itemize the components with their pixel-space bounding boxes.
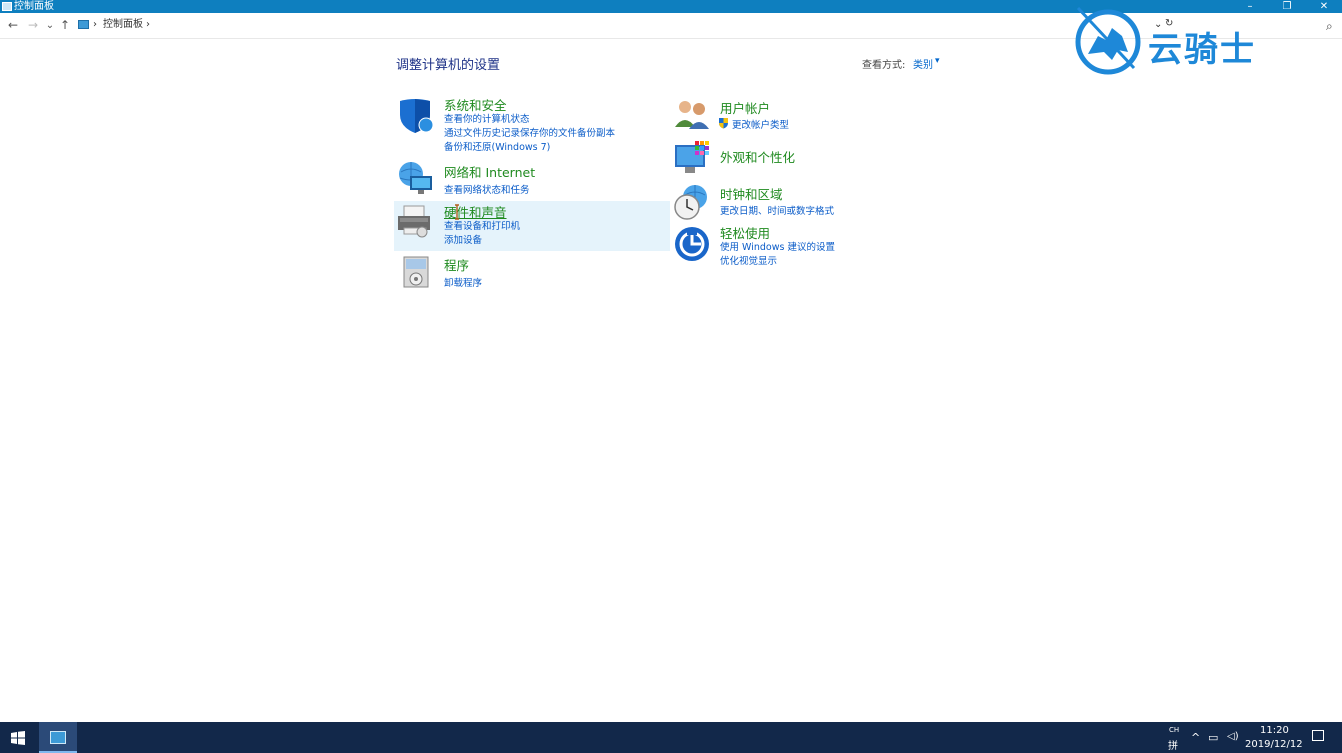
search-icon[interactable]: ⌕ [1326,19,1333,34]
category-user-accounts[interactable]: 用户帐户 [720,98,770,117]
link-network-status[interactable]: 查看网络状态和任务 [444,182,530,196]
page-title: 调整计算机的设置 [396,58,501,73]
control-panel-crumb-icon [78,20,89,29]
view-by-dropdown[interactable]: 类别 [913,56,933,71]
link-uninstall-program[interactable]: 卸载程序 [444,275,482,289]
printer-icon[interactable] [396,202,434,240]
link-change-date-time-format[interactable]: 更改日期、时间或数字格式 [720,203,834,217]
clock-time[interactable]: 11:20 [1260,725,1289,736]
appearance-personalization-icon[interactable] [673,139,711,177]
hover-highlight [394,201,670,251]
category-programs[interactable]: 程序 [444,255,469,274]
chevron-down-icon[interactable]: ▾ [935,56,940,66]
view-by-label: 查看方式: [862,60,906,71]
show-hidden-icons-chevron-icon[interactable]: ^ [1191,731,1200,744]
breadcrumb-control-panel[interactable]: 控制面板 [103,18,143,32]
link-view-computer-status[interactable]: 查看你的计算机状态 [444,111,530,125]
category-clock-region[interactable]: 时钟和区域 [720,184,783,203]
uac-shield-icon [719,118,728,129]
clock-region-icon[interactable] [673,183,711,221]
back-button[interactable]: ← [6,18,20,33]
link-add-device[interactable]: 添加设备 [444,232,482,246]
volume-icon[interactable]: ◁) [1227,731,1239,742]
forward-button[interactable]: → [26,18,40,33]
network-icon[interactable]: ▭ [1208,731,1218,744]
breadcrumb-separator[interactable]: › [93,18,97,32]
up-button[interactable]: ↑ [58,18,72,33]
recent-locations-button[interactable]: ⌄ [44,18,56,33]
watermark-text: 云骑士 [1148,30,1256,70]
link-optimize-visual-display[interactable]: 优化视觉显示 [720,253,777,267]
link-devices-printers[interactable]: 查看设备和打印机 [444,218,520,232]
shield-icon[interactable] [396,97,434,135]
mouse-cursor-icon [455,204,459,220]
network-globe-icon[interactable] [396,160,434,198]
ime-mode-indicator[interactable]: 拼 [1168,737,1178,752]
ease-of-access-icon[interactable] [673,225,711,263]
control-panel-taskbar-icon [50,731,66,744]
category-network-internet[interactable]: 网络和 Internet [444,162,535,181]
category-appearance-personalization[interactable]: 外观和个性化 [720,147,795,166]
action-center-icon[interactable] [1312,730,1324,741]
ime-language-indicator[interactable]: CH [1169,726,1179,734]
windows-start-icon[interactable] [11,731,25,745]
link-backup-restore[interactable]: 备份和还原(Windows 7) [444,139,550,153]
link-change-account-type[interactable]: 更改帐户类型 [732,117,789,131]
close-button[interactable]: ✕ [1305,0,1342,13]
link-recommended-settings[interactable]: 使用 Windows 建议的设置 [720,239,835,253]
clock-date[interactable]: 2019/12/12 [1245,739,1303,750]
control-panel-icon [2,2,12,11]
programs-icon[interactable] [396,253,434,291]
link-file-history[interactable]: 通过文件历史记录保存你的文件备份副本 [444,125,615,139]
breadcrumb-separator[interactable]: › [146,18,150,32]
taskbar [0,722,1342,753]
window-title: 控制面板 [14,1,54,12]
user-accounts-icon[interactable] [673,97,711,135]
